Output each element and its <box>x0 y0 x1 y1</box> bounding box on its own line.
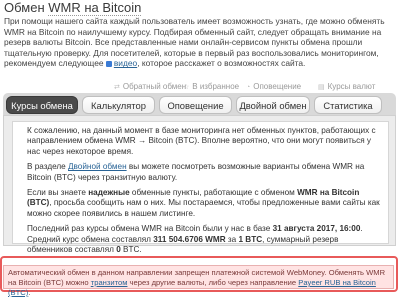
report-text-b: надежные <box>88 188 130 198</box>
double-exchange-link[interactable]: Двойной обмен <box>68 162 127 171</box>
title-prefix: Обмен <box>4 0 49 15</box>
tab-content: К сожалению, на данный момент в базе мон… <box>3 115 396 254</box>
last-rates-a: Последний раз курсы обмена WMR на Bitcoi… <box>27 224 273 234</box>
reverse-exchange-label: Обратный обмен <box>122 82 187 91</box>
swap-icon: ⇄ <box>114 84 120 91</box>
video-link[interactable]: видео <box>114 58 137 68</box>
favorites-link[interactable]: ☆ В избранное <box>183 82 239 91</box>
notice-text-2: через другие валюты, либо через направле… <box>127 278 299 287</box>
warning-notice: Автоматический обмен в данном направлени… <box>3 265 394 297</box>
tab-calculator[interactable]: Калькулятор <box>82 96 155 114</box>
last-rates-text: Последний раз курсы обмена WMR на Bitcoi… <box>27 224 382 255</box>
star-icon: ☆ <box>183 84 190 91</box>
tab-statistics[interactable]: Статистика <box>314 96 382 114</box>
last-rates-rate: 311 504.6706 WMR <box>153 234 226 244</box>
report-text-a: Если вы знаете <box>27 188 89 198</box>
last-rates-e: за <box>225 234 239 244</box>
last-rates-i: BTC. <box>120 245 142 255</box>
bell-icon: ◔ <box>246 84 251 91</box>
video-icon <box>105 61 112 68</box>
title-highlight: WMR на Bitcoin <box>48 0 142 16</box>
last-rates-date: 31 августа 2017, 16:00 <box>272 224 361 234</box>
notice-text-3: . <box>28 288 31 297</box>
tab-notification[interactable]: Оповещение <box>159 96 232 114</box>
notification-label: Оповещение <box>253 82 302 91</box>
double-exchange-prefix: В разделе <box>27 162 68 172</box>
tab-exchange-rates[interactable]: Курсы обмена <box>6 96 78 114</box>
action-links: ⇄ Обратный обмен ☆ В избранное ◔ Оповещение… <box>0 80 400 94</box>
transit-link[interactable]: транзитом <box>91 278 128 287</box>
intro-text-after: , которое расскажет о возможностях сайта… <box>137 58 306 69</box>
notification-link[interactable]: ◔ Оповещение <box>246 82 301 91</box>
rates-link[interactable]: ▤ Курсы валют <box>318 82 375 91</box>
favorites-label: В избранное <box>192 82 240 91</box>
intro-text: При помощи нашего сайта каждый пользоват… <box>4 16 396 69</box>
report-exchangers-text: Если вы знаете надежные обменные пункты,… <box>27 188 382 219</box>
no-exchangers-text: К сожалению, на данный момент в базе мон… <box>27 126 376 156</box>
chart-icon: ▤ <box>318 84 325 91</box>
info-box: К сожалению, на данный момент в базе мон… <box>12 121 389 254</box>
page-title: Обмен WMR на Bitcoin <box>4 0 142 16</box>
tabs-bar: Курсы обмена Калькулятор Оповещение Двой… <box>3 93 396 115</box>
report-text-e: , просьба сообщить нам о них. Мы постара… <box>27 198 380 218</box>
reverse-exchange-link[interactable]: ⇄ Обратный обмен <box>114 82 186 91</box>
rates-label: Курсы валют <box>327 82 376 91</box>
last-rates-unit: 1 BTC <box>238 234 263 244</box>
report-text-c: обменные пункты, работающие с обменом <box>129 188 298 198</box>
double-exchange-text: В разделе Двойной обмен вы можете посмот… <box>27 162 382 183</box>
tab-double-exchange[interactable]: Двойной обмен <box>236 96 310 114</box>
